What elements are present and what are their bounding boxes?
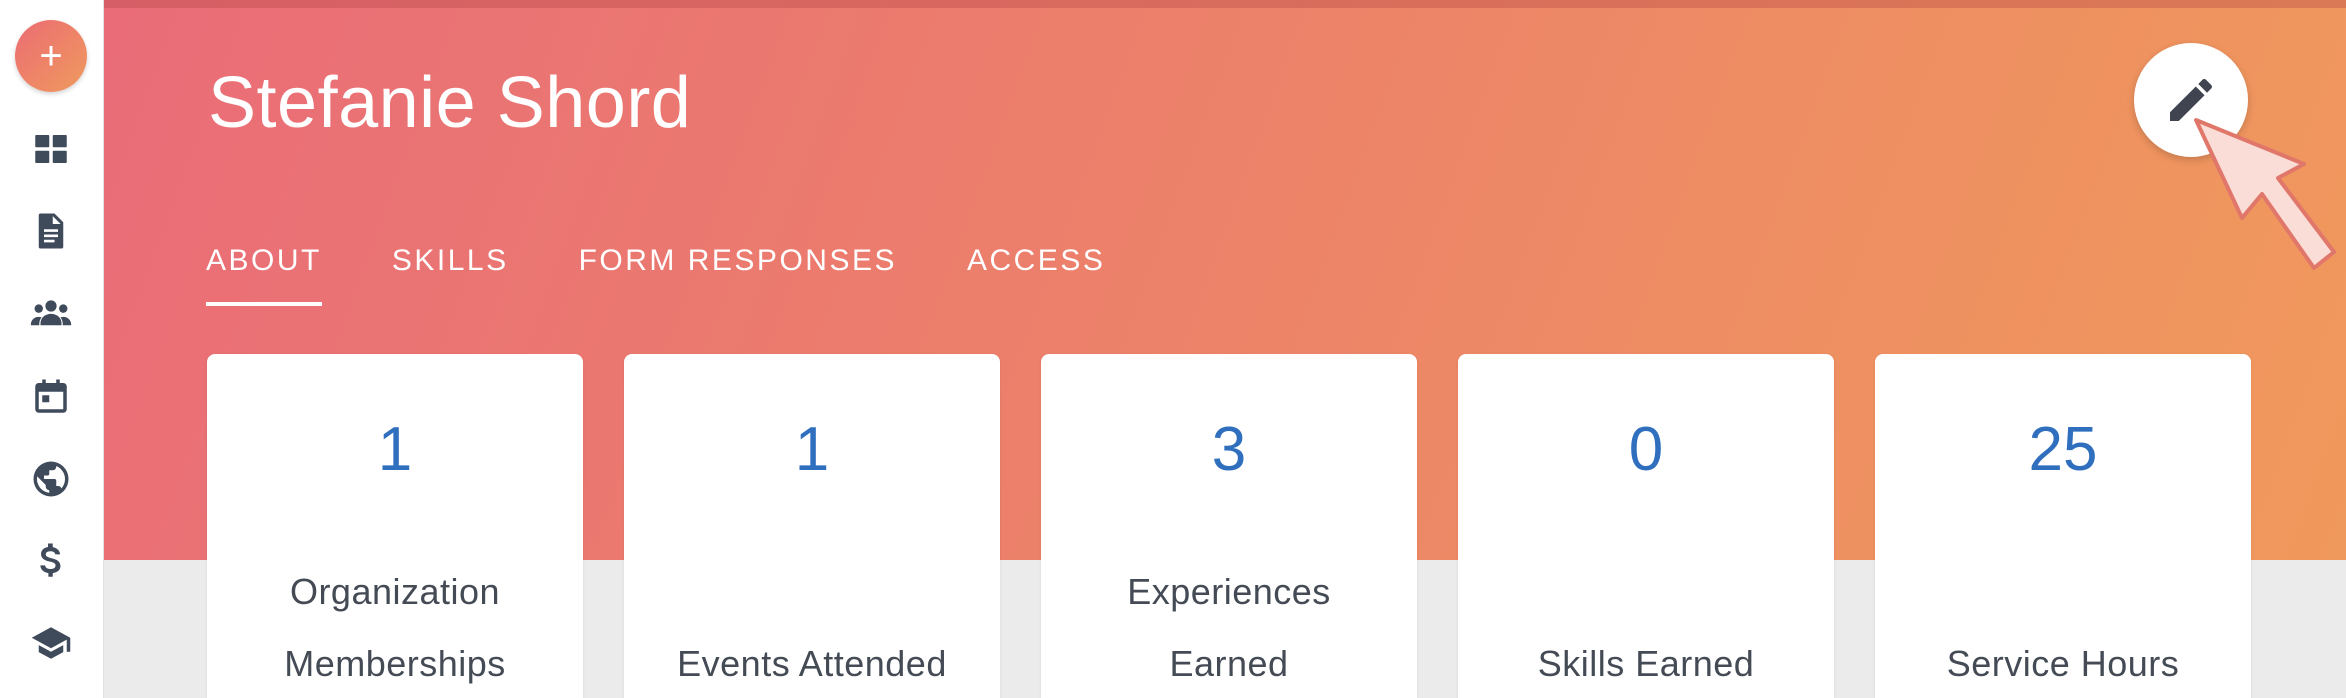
profile-tabs: ABOUT SKILLS FORM RESPONSES ACCESS bbox=[206, 240, 1175, 310]
globe-icon bbox=[33, 461, 69, 497]
stat-card-service-hours[interactable]: 25 Service Hours bbox=[1875, 354, 2251, 698]
document-icon bbox=[38, 213, 64, 249]
stat-label: Organization Memberships bbox=[227, 556, 563, 698]
stat-value: 1 bbox=[794, 415, 830, 484]
sidebar-item-calendar[interactable] bbox=[26, 372, 76, 422]
sidebar-item-people[interactable] bbox=[26, 288, 76, 338]
stat-card-events-attended[interactable]: 1 Events Attended bbox=[624, 354, 1000, 698]
stat-label-line: Earned bbox=[1169, 643, 1289, 684]
people-icon bbox=[30, 300, 72, 326]
tab-access[interactable]: ACCESS bbox=[967, 240, 1105, 310]
stat-value: 0 bbox=[1628, 415, 1664, 484]
tab-form-responses[interactable]: FORM RESPONSES bbox=[579, 240, 897, 310]
sidebar-item-documents[interactable] bbox=[26, 206, 76, 256]
stat-label: Skills Earned bbox=[1537, 643, 1755, 684]
sidebar-item-finance[interactable] bbox=[26, 536, 76, 586]
stat-label: Events Attended bbox=[677, 643, 947, 684]
tab-skills[interactable]: SKILLS bbox=[392, 240, 509, 310]
profile-name: Stefanie Shord bbox=[208, 63, 692, 143]
sidebar-item-education[interactable] bbox=[26, 618, 76, 668]
stat-card-experiences-earned[interactable]: 3 Experiences Earned bbox=[1041, 354, 1417, 698]
stat-label-line: Organization bbox=[289, 571, 501, 612]
plus-icon: + bbox=[39, 34, 63, 78]
add-button[interactable]: + bbox=[15, 20, 87, 92]
sidebar: + bbox=[0, 0, 104, 698]
pointer-cursor-icon bbox=[2194, 118, 2336, 270]
stat-label-line: Experiences bbox=[1127, 571, 1331, 612]
graduation-cap-icon bbox=[31, 627, 71, 659]
stat-card-organization-memberships[interactable]: 1 Organization Memberships bbox=[207, 354, 583, 698]
calendar-icon bbox=[35, 379, 67, 413]
stat-card-skills-earned[interactable]: 0 Skills Earned bbox=[1458, 354, 1834, 698]
stat-value: 1 bbox=[377, 415, 413, 484]
stat-label-line: Memberships bbox=[284, 643, 506, 684]
dollar-icon bbox=[40, 543, 61, 577]
stat-label: Service Hours bbox=[1946, 643, 2180, 684]
sidebar-item-global[interactable] bbox=[26, 454, 76, 504]
sidebar-item-dashboard[interactable] bbox=[26, 124, 76, 174]
tab-about[interactable]: ABOUT bbox=[206, 240, 322, 310]
stats-cards: 1 Organization Memberships 1 Events Atte… bbox=[207, 354, 2251, 698]
dashboard-icon bbox=[35, 135, 67, 163]
header-top-border bbox=[104, 0, 2346, 8]
stat-label: Experiences Earned bbox=[1061, 556, 1397, 698]
stat-value: 25 bbox=[2028, 415, 2098, 484]
stat-value: 3 bbox=[1211, 415, 1247, 484]
